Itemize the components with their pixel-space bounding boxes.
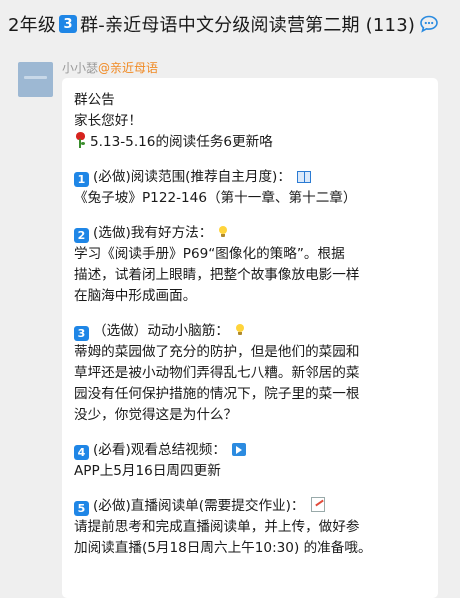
task-update-line: 5.13-5.16的阅读任务6更新咯 bbox=[74, 132, 426, 153]
number-badge-icon: 3 bbox=[59, 15, 78, 33]
item-4-body: APP上5月16日周四更新 bbox=[74, 463, 221, 479]
item-2-head-text: (选做)我有好方法： bbox=[93, 225, 213, 241]
number-5-icon: 5 bbox=[74, 501, 89, 516]
number-2-icon: 2 bbox=[74, 228, 89, 243]
sender-name[interactable]: 小小瑟 bbox=[62, 61, 98, 75]
item-3-body-line: 蒂姆的菜园做了充分的防护，但是他们的菜园和 bbox=[74, 344, 360, 360]
rose-icon bbox=[74, 132, 86, 148]
item-5-head-text: (必做)直播阅读单(需要提交作业)： bbox=[93, 498, 305, 514]
item-5-head: 5 (必做)直播阅读单(需要提交作业)： bbox=[74, 496, 426, 517]
chat-bubble-icon[interactable] bbox=[419, 15, 439, 33]
item-2-head: 2 (选做)我有好方法： bbox=[74, 223, 426, 244]
item-3-body-line: 没少，你觉得这是为什么？ bbox=[74, 407, 238, 423]
item-3-body-line: 草坪还是被小动物们弄得乱七八糟。新邻居的菜 bbox=[74, 365, 360, 381]
item-4-head: 4 (必看)观看总结视频： bbox=[74, 440, 426, 461]
chat-title[interactable]: 2年级 3 群-亲近母语中文分级阅读营第二期 (113) bbox=[8, 11, 415, 37]
item-2-body-line: 描述，试着闭上眼睛，把整个故事像放电影一样 bbox=[74, 267, 360, 283]
item-1-head-text: (必做)阅读范围(推荐自主月度)： bbox=[93, 169, 291, 185]
item-1-head: 1 (必做)阅读范围(推荐自主月度)： bbox=[74, 167, 426, 188]
item-3-body-line: 园没有任何保护措施的情况下，院子里的菜一根 bbox=[74, 386, 360, 402]
chat-header: 2年级 3 群-亲近母语中文分级阅读营第二期 (113) bbox=[0, 0, 460, 48]
avatar-image bbox=[24, 76, 47, 79]
sender-tag: @亲近母语 bbox=[98, 61, 159, 75]
video-icon bbox=[231, 443, 246, 456]
message-bubble[interactable]: 群公告 家长您好！ 5.13-5.16的阅读任务6更新咯 1 (必做)阅读范围(推… bbox=[62, 78, 438, 598]
number-1-icon: 1 bbox=[74, 172, 89, 187]
chat-title-prefix: 2年级 bbox=[8, 15, 57, 36]
announcement-title: 群公告 bbox=[74, 92, 115, 108]
task-update-text: 5.13-5.16的阅读任务6更新咯 bbox=[90, 134, 273, 150]
item-3-head-text: （选做）动动小脑筋： bbox=[93, 323, 229, 339]
sender-line: 小小瑟@亲近母语 bbox=[62, 59, 158, 76]
memo-icon bbox=[310, 497, 325, 512]
lightbulb-icon bbox=[218, 226, 228, 238]
book-icon bbox=[296, 171, 311, 183]
chat-title-suffix: 群-亲近母语中文分级阅读营第二期 (113) bbox=[80, 15, 416, 36]
item-3-head: 3 （选做）动动小脑筋： bbox=[74, 321, 426, 342]
lightbulb-icon bbox=[235, 324, 245, 336]
item-5-body-line: 请提前思考和完成直播阅读单，并上传，做好参 bbox=[74, 519, 360, 535]
item-2-body-line: 学习《阅读手册》P69“图像化的策略”。根据 bbox=[74, 246, 345, 262]
greeting-text: 家长您好！ bbox=[74, 113, 142, 129]
item-5-body-line: 加阅读直播(5月18日周六上午10:30) 的准备哦。 bbox=[74, 540, 372, 556]
item-4-head-text: (必看)观看总结视频： bbox=[93, 442, 226, 458]
item-2-body-line: 在脑海中形成画面。 bbox=[74, 288, 197, 304]
avatar[interactable] bbox=[18, 62, 53, 97]
number-3-icon: 3 bbox=[74, 326, 89, 341]
item-1-body: 《兔子坡》P122-146（第十一章、第十二章） bbox=[74, 190, 357, 206]
number-4-icon: 4 bbox=[74, 445, 89, 460]
